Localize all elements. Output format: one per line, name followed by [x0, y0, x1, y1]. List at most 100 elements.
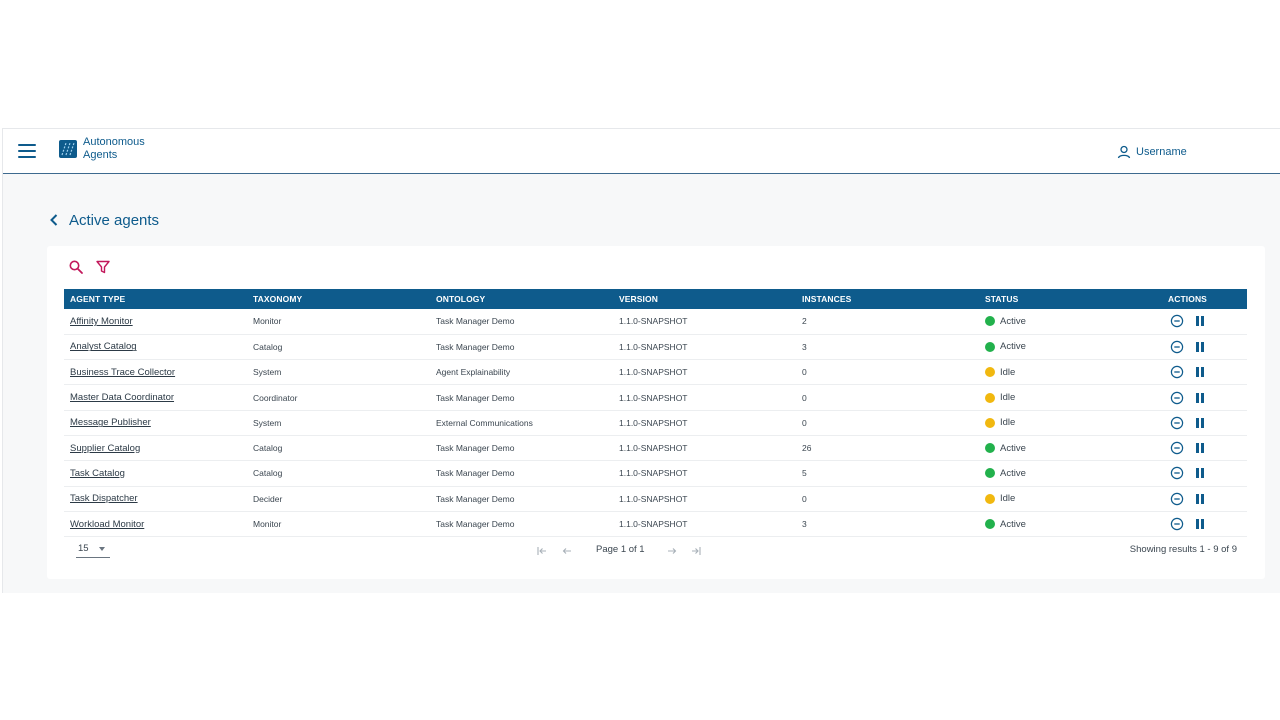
caret-down-icon	[99, 547, 105, 551]
table-header-row: AGENT TYPE TAXONOMY ONTOLOGY VERSION INS…	[64, 289, 1247, 309]
status-dot-icon	[985, 417, 995, 428]
stop-agent-icon[interactable]	[1170, 365, 1184, 379]
row-actions	[1168, 391, 1247, 405]
pause-agent-icon[interactable]	[1196, 417, 1205, 428]
page-size-select[interactable]: 15	[76, 542, 110, 558]
ontology-cell: Agent Explainability	[430, 359, 613, 386]
status-dot-icon	[985, 367, 995, 378]
status-dot-icon	[985, 468, 995, 479]
last-page-icon[interactable]	[690, 544, 702, 556]
status-label: Idle	[1000, 417, 1016, 429]
pause-agent-icon[interactable]	[1196, 519, 1205, 530]
table-row: Workload Monitor Monitor Task Manager Demo…	[64, 511, 1247, 538]
stop-agent-icon[interactable]	[1170, 314, 1184, 328]
app-window: Autonomous Agents Username Active agents	[2, 128, 1280, 593]
column-header-actions: ACTIONS	[1168, 294, 1207, 304]
page-header: Active agents	[50, 210, 159, 230]
row-actions	[1168, 365, 1247, 379]
pause-agent-icon[interactable]	[1196, 367, 1205, 378]
status-label: Active	[1000, 467, 1026, 479]
hamburger-menu-icon[interactable]	[18, 143, 38, 159]
status-dot-icon	[985, 341, 995, 352]
agent-type-link[interactable]: Workload Monitor	[70, 519, 144, 530]
row-actions	[1168, 492, 1247, 506]
agent-type-link[interactable]: Master Data Coordinator	[70, 392, 174, 403]
row-actions	[1168, 517, 1247, 531]
stop-agent-icon[interactable]	[1170, 416, 1184, 430]
pause-agent-icon[interactable]	[1196, 468, 1205, 479]
table-row: Supplier Catalog Catalog Task Manager Demo…	[64, 435, 1247, 462]
stop-agent-icon[interactable]	[1170, 441, 1184, 455]
row-actions	[1168, 416, 1247, 430]
pause-agent-icon[interactable]	[1196, 392, 1205, 403]
stop-agent-icon[interactable]	[1170, 492, 1184, 506]
column-header-agent-type[interactable]: AGENT TYPE	[64, 289, 247, 309]
first-page-icon[interactable]	[536, 544, 548, 556]
search-icon[interactable]	[68, 259, 84, 275]
stop-agent-icon[interactable]	[1170, 517, 1184, 531]
instances-cell: 26	[796, 435, 979, 462]
previous-page-icon[interactable]	[561, 544, 573, 556]
stop-agent-icon[interactable]	[1170, 391, 1184, 405]
agent-type-link[interactable]: Supplier Catalog	[70, 443, 140, 454]
ontology-cell: External Communications	[430, 410, 613, 436]
ontology-cell: Task Manager Demo	[430, 435, 613, 462]
agent-type-link[interactable]: Task Catalog	[70, 468, 125, 479]
actions-cell	[1162, 486, 1247, 512]
ontology-cell: Task Manager Demo	[430, 309, 613, 335]
ontology-cell: Task Manager Demo	[430, 486, 613, 512]
agent-type-cell: Workload Monitor	[64, 511, 247, 538]
agent-type-link[interactable]: Business Trace Collector	[70, 367, 175, 378]
instances-cell: 0	[796, 384, 979, 411]
column-header-status[interactable]: STATUS	[979, 289, 1162, 309]
instances-cell: 3	[796, 334, 979, 361]
next-page-icon[interactable]	[666, 544, 678, 556]
status-label: Idle	[1000, 366, 1016, 378]
column-header-taxonomy[interactable]: TAXONOMY	[247, 289, 430, 309]
version-cell: 1.1.0-SNAPSHOT	[613, 511, 796, 538]
column-header-ontology[interactable]: ONTOLOGY	[430, 289, 613, 309]
ontology-cell: Task Manager Demo	[430, 384, 613, 411]
status-dot-icon	[985, 316, 995, 327]
table-row: Master Data Coordinator Coordinator Task M…	[64, 384, 1247, 411]
status-cell: Idle	[979, 486, 1162, 512]
back-chevron-icon[interactable]	[50, 213, 60, 227]
status-cell: Active	[979, 460, 1162, 487]
actions-cell	[1162, 460, 1247, 487]
status-label: Active	[1000, 442, 1026, 454]
status-cell: Active	[979, 435, 1162, 462]
agent-type-link[interactable]: Task Dispatcher	[70, 493, 138, 504]
instances-cell: 0	[796, 486, 979, 512]
status-label: Active	[1000, 518, 1026, 530]
user-menu[interactable]: Username	[1117, 144, 1187, 160]
pause-agent-icon[interactable]	[1196, 493, 1205, 504]
version-cell: 1.1.0-SNAPSHOT	[613, 460, 796, 487]
agent-type-link[interactable]: Analyst Catalog	[70, 341, 137, 352]
ontology-cell: Task Manager Demo	[430, 334, 613, 361]
status-dot-icon	[985, 519, 995, 530]
stop-agent-icon[interactable]	[1170, 340, 1184, 354]
app-logo-icon	[59, 140, 77, 158]
actions-cell	[1162, 309, 1247, 335]
agent-type-link[interactable]: Message Publisher	[70, 417, 151, 428]
version-cell: 1.1.0-SNAPSHOT	[613, 486, 796, 512]
agent-type-link[interactable]: Affinity Monitor	[70, 316, 133, 327]
filter-icon[interactable]	[95, 259, 111, 275]
agent-type-cell: Analyst Catalog	[64, 334, 247, 361]
app-title: Autonomous Agents	[83, 136, 145, 161]
row-actions	[1168, 314, 1247, 328]
row-actions	[1168, 441, 1247, 455]
pause-agent-icon[interactable]	[1196, 341, 1205, 352]
column-header-instances[interactable]: INSTANCES	[796, 289, 979, 309]
column-header-version[interactable]: VERSION	[613, 289, 796, 309]
table-row: Task Catalog Catalog Task Manager Demo 1.1.…	[64, 460, 1247, 487]
status-badge: Idle	[985, 417, 1162, 428]
stop-agent-icon[interactable]	[1170, 466, 1184, 480]
status-badge: Active	[985, 443, 1162, 454]
pause-agent-icon[interactable]	[1196, 316, 1205, 327]
status-badge: Idle	[985, 367, 1162, 378]
taxonomy-cell: Monitor	[247, 309, 430, 335]
instances-cell: 2	[796, 309, 979, 335]
page-title: Active agents	[69, 211, 160, 229]
pause-agent-icon[interactable]	[1196, 443, 1205, 454]
